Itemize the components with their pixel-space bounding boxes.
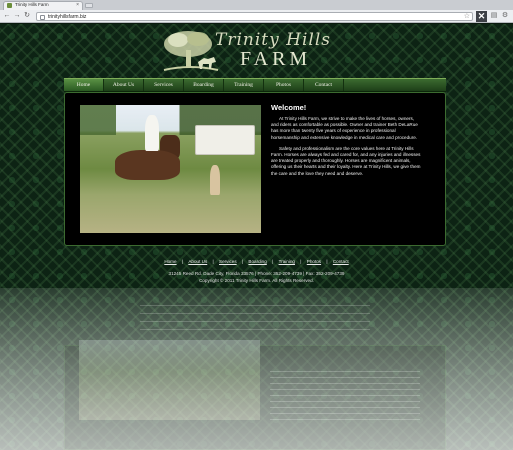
forward-button[interactable]: → xyxy=(13,12,21,20)
footer-copyright: Copyright © 2011 Trinity Hills Farm. All… xyxy=(199,278,314,283)
footer-link-services[interactable]: Services xyxy=(219,259,237,264)
back-button[interactable]: ← xyxy=(3,12,11,20)
footer-address: 31245 Reed Rd. Dade City, Florida 33576 … xyxy=(168,271,345,276)
new-tab-button[interactable] xyxy=(85,3,93,8)
intro-paragraph-1: At Trinity Hills Farm, we strive to make… xyxy=(271,116,418,140)
browser-tab[interactable]: Trinity Hills Farm × xyxy=(3,1,83,10)
rider xyxy=(145,115,159,151)
address-bar[interactable]: trinityhillsfarm.biz ☆ xyxy=(36,12,473,21)
footer-link-home[interactable]: Home xyxy=(164,259,176,264)
nav-photos[interactable]: Photos xyxy=(264,79,304,91)
footer-separator: | xyxy=(241,259,244,264)
wrench-icon[interactable]: ⚙ xyxy=(501,12,509,20)
intro-text: At Trinity Hills Farm, we strive to make… xyxy=(271,116,421,182)
favicon-icon xyxy=(7,3,12,8)
web-page: Trinity Hills FARM Home About Us Service… xyxy=(0,24,513,450)
footer-link-contact[interactable]: Contact xyxy=(333,259,349,264)
welcome-heading: Welcome! xyxy=(271,103,307,112)
oak-tree-icon xyxy=(163,31,219,71)
logo-farm-text: FARM xyxy=(240,48,312,70)
tab-title: Trinity Hills Farm xyxy=(15,2,49,7)
footer-separator: | xyxy=(326,259,328,264)
page-reflection xyxy=(0,288,513,450)
site-logo[interactable]: Trinity Hills FARM xyxy=(160,28,345,74)
page-icon xyxy=(40,14,45,20)
stop-button[interactable]: ✕ xyxy=(476,11,487,22)
footer-separator: | xyxy=(300,259,302,264)
horse xyxy=(115,150,180,180)
page-menu-icon[interactable]: ▤ xyxy=(490,12,498,20)
reload-button[interactable]: ↻ xyxy=(23,12,31,20)
footer-separator: | xyxy=(212,259,214,264)
horse-trailer xyxy=(195,125,255,155)
footer-link-about-us[interactable]: About Us xyxy=(188,259,207,264)
url-text: trinityhillsfarm.biz xyxy=(48,14,87,20)
nav-about-us[interactable]: About Us xyxy=(104,79,144,91)
intro-paragraph-2: Safety and professionalism are the core … xyxy=(271,145,421,176)
tab-strip: Trinity Hills Farm × xyxy=(0,0,513,10)
nav-contact[interactable]: Contact xyxy=(304,79,344,91)
footer-link-photos[interactable]: Photos xyxy=(307,259,321,264)
nav-home[interactable]: Home xyxy=(64,79,104,91)
footer-separator: | xyxy=(181,259,184,264)
main-nav: Home About Us Services Boarding Training… xyxy=(64,78,446,92)
footer-nav: Home | About Us | Services | Boarding | … xyxy=(0,259,513,264)
footer-link-training[interactable]: Training xyxy=(279,259,295,264)
browser-toolbar: ← → ↻ trinityhillsfarm.biz ☆ ✕ ▤ ⚙ xyxy=(0,10,513,23)
content-panel: Welcome! At Trinity Hills Farm, we striv… xyxy=(64,92,446,246)
logo-script-text: Trinity Hills xyxy=(215,30,331,50)
reflection-fade xyxy=(0,288,513,450)
footer-link-boarding[interactable]: Boarding xyxy=(248,259,266,264)
tab-close-icon[interactable]: × xyxy=(76,2,79,8)
nav-training[interactable]: Training xyxy=(224,79,264,91)
nav-services[interactable]: Services xyxy=(144,79,184,91)
nav-filler xyxy=(344,79,446,91)
bookmark-star-icon[interactable]: ☆ xyxy=(464,12,470,20)
person-standing xyxy=(210,165,220,195)
nav-boarding[interactable]: Boarding xyxy=(184,79,224,91)
horse-rider-photo xyxy=(80,105,261,233)
footer-separator: | xyxy=(272,259,274,264)
